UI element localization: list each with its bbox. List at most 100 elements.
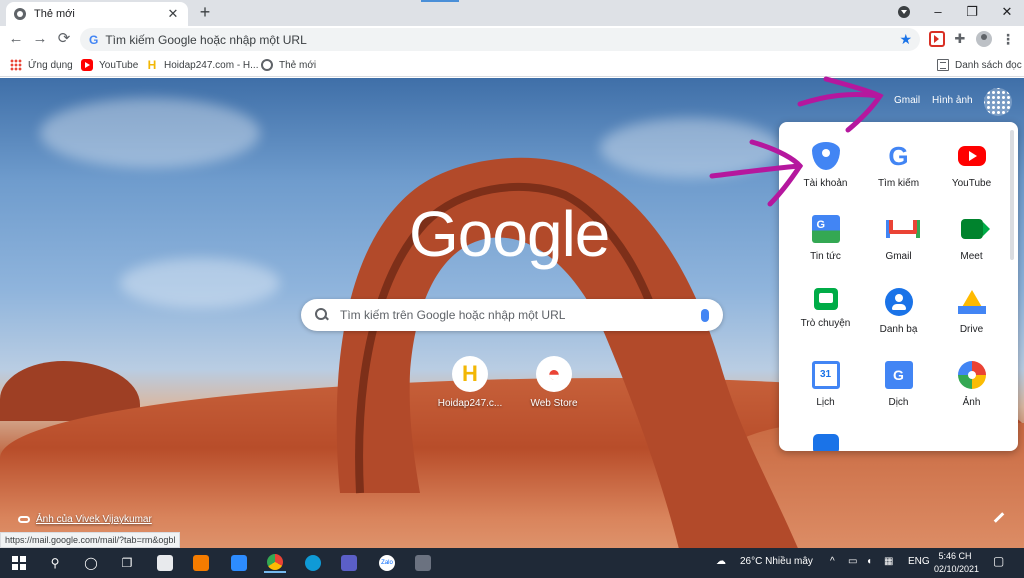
app-label: Tìm kiếm (877, 178, 920, 189)
background-cloud (40, 98, 260, 168)
calendar-icon: 31 (811, 361, 840, 389)
tray-up-icon[interactable]: ^ (830, 556, 835, 567)
system-clock[interactable]: 5:46 CH 02/10/2021 (934, 550, 979, 576)
google-g-icon: G (89, 32, 99, 47)
contacts-icon (884, 288, 913, 316)
bookmark-label: Hoidap247.com - H... (164, 59, 259, 71)
volume-icon[interactable]: ◖ (866, 556, 872, 567)
extensions-puzzle-icon[interactable]: ✚ (952, 31, 968, 47)
app-label: YouTube (951, 178, 992, 189)
search-box[interactable]: Tìm kiếm trên Google hoặc nhập một URL (301, 299, 723, 331)
app-label: Gmail (885, 251, 912, 262)
search-placeholder[interactable]: Tìm kiếm trên Google hoặc nhập một URL (340, 308, 701, 322)
app-gsearch[interactable]: G Tìm kiếm (862, 142, 935, 189)
search-icon[interactable]: ⚲ (44, 553, 66, 573)
shortcut-hoidap247[interactable]: H Hoidap247.c... (430, 356, 510, 409)
app-label: Meet (960, 251, 983, 262)
bookmark-new-tab[interactable]: Thẻ mới (261, 57, 316, 73)
drive-icon (957, 290, 986, 314)
forward-button[interactable]: → (31, 30, 49, 48)
restore-button[interactable]: ❐ (962, 3, 982, 21)
app-photos[interactable]: Ảnh (935, 361, 1008, 408)
minimize-button[interactable]: – (928, 3, 948, 21)
gmail-link[interactable]: Gmail (894, 95, 920, 106)
edge-icon[interactable] (302, 553, 324, 573)
images-link[interactable]: Hình ảnh (932, 95, 973, 106)
app-store-icon[interactable] (154, 553, 176, 573)
tab-new-tab[interactable]: Thẻ mới ✕ (6, 2, 188, 26)
app-youtube[interactable]: YouTube (935, 142, 1008, 189)
app-label: Trò chuyện (800, 318, 851, 329)
apps-grid-icon (10, 59, 22, 71)
hoidap247-icon: H (452, 356, 488, 392)
app-square-icon (267, 554, 283, 570)
app-square-icon (157, 555, 173, 571)
notifications-icon[interactable]: ▢ (993, 554, 1004, 568)
chrome-taskbar-icon[interactable] (264, 553, 286, 573)
app-chat[interactable]: Trò chuyện (789, 288, 862, 335)
reading-list-button[interactable]: Danh sách đọc (937, 57, 1022, 73)
app-account[interactable]: Tài khoản (789, 142, 862, 189)
address-placeholder[interactable]: Tìm kiếm Google hoặc nhập một URL (105, 33, 899, 47)
search-icon (315, 308, 329, 322)
bookmark-apps[interactable]: Ứng dụng (10, 57, 73, 73)
app-meet[interactable]: Meet (935, 215, 1008, 262)
youtube-icon (957, 146, 986, 166)
bookmark-youtube[interactable]: YouTube (81, 57, 138, 73)
new-tab-button[interactable]: + (196, 3, 214, 21)
zalo-label: Zalo (379, 555, 395, 571)
app-gmail[interactable]: Gmail (862, 215, 935, 262)
gmail-icon (885, 215, 920, 243)
network-icon[interactable]: ▭ (848, 556, 857, 567)
bookmark-label: Thẻ mới (279, 59, 317, 71)
task-view-icon[interactable]: ❐ (116, 553, 138, 573)
red-extension-icon[interactable] (929, 31, 945, 47)
back-button[interactable]: ← (7, 30, 25, 48)
bookmark-star-icon[interactable]: ★ (899, 31, 912, 48)
globe-icon (261, 59, 273, 71)
bookmark-hoidap247[interactable]: H Hoidap247.com - H... (146, 57, 259, 73)
google-apps-panel: Tài khoản G Tìm kiếm YouTube Tin tức Gmail Mee… (779, 122, 1018, 451)
app-square-icon (231, 555, 247, 571)
app-square-icon (305, 555, 321, 571)
tab-close-button[interactable]: ✕ (166, 6, 180, 22)
teams-icon[interactable] (338, 553, 360, 573)
chrome-favicon-icon (14, 8, 26, 20)
start-button[interactable] (8, 553, 30, 573)
apps-panel-scrollbar[interactable] (1010, 130, 1014, 260)
language-indicator[interactable]: ENG (908, 556, 930, 567)
calculator-icon[interactable] (412, 553, 434, 573)
bookmarks-bar: Ứng dụng YouTube H Hoidap247.com - H... … (0, 53, 1024, 77)
voice-search-mic-icon[interactable] (701, 308, 709, 322)
reading-list-icon (937, 59, 949, 71)
shortcut-label: Web Store (530, 398, 578, 409)
app-news[interactable]: Tin tức (789, 215, 862, 262)
app-translate[interactable]: G Dịch (862, 361, 935, 408)
weather-text[interactable]: 26°C Nhiều mây (740, 556, 813, 567)
web-store-icon: ◓ (536, 356, 572, 392)
keyboard-icon[interactable]: ▦ (884, 556, 893, 567)
app-drive[interactable]: Drive (935, 288, 1008, 335)
reload-button[interactable]: ⟳ (55, 30, 73, 48)
app-contacts[interactable]: Danh bạ (862, 288, 935, 335)
chrome-menu-icon[interactable]: ⋮ (1000, 31, 1016, 47)
app-duo[interactable] (789, 434, 862, 451)
google-logo: Google (409, 198, 610, 270)
news-icon (811, 215, 840, 243)
account-icon (811, 142, 840, 170)
apps-grid: Tài khoản G Tìm kiếm YouTube Tin tức Gmail Mee… (789, 142, 1009, 451)
tab-search-icon[interactable] (898, 6, 910, 18)
app-calendar[interactable]: 31 Lịch (789, 361, 862, 408)
close-window-button[interactable]: ✕ (997, 3, 1017, 21)
cortana-icon[interactable]: ◯ (80, 553, 102, 573)
weather-cloud-icon[interactable]: ☁ (716, 556, 726, 567)
profile-avatar-icon[interactable] (976, 31, 992, 47)
zalo-icon[interactable]: Zalo (376, 553, 398, 573)
vpn-icon[interactable] (190, 553, 212, 573)
photo-credit-link[interactable]: Ảnh của Vivek Vijaykumar (18, 514, 152, 525)
app-label: Danh bạ (879, 324, 918, 335)
google-apps-launcher-icon[interactable] (984, 88, 1012, 116)
shortcut-web-store[interactable]: ◓ Web Store (514, 356, 594, 409)
zoom-icon[interactable] (228, 553, 250, 573)
address-bar[interactable]: G Tìm kiếm Google hoặc nhập một URL ★ (80, 28, 920, 51)
